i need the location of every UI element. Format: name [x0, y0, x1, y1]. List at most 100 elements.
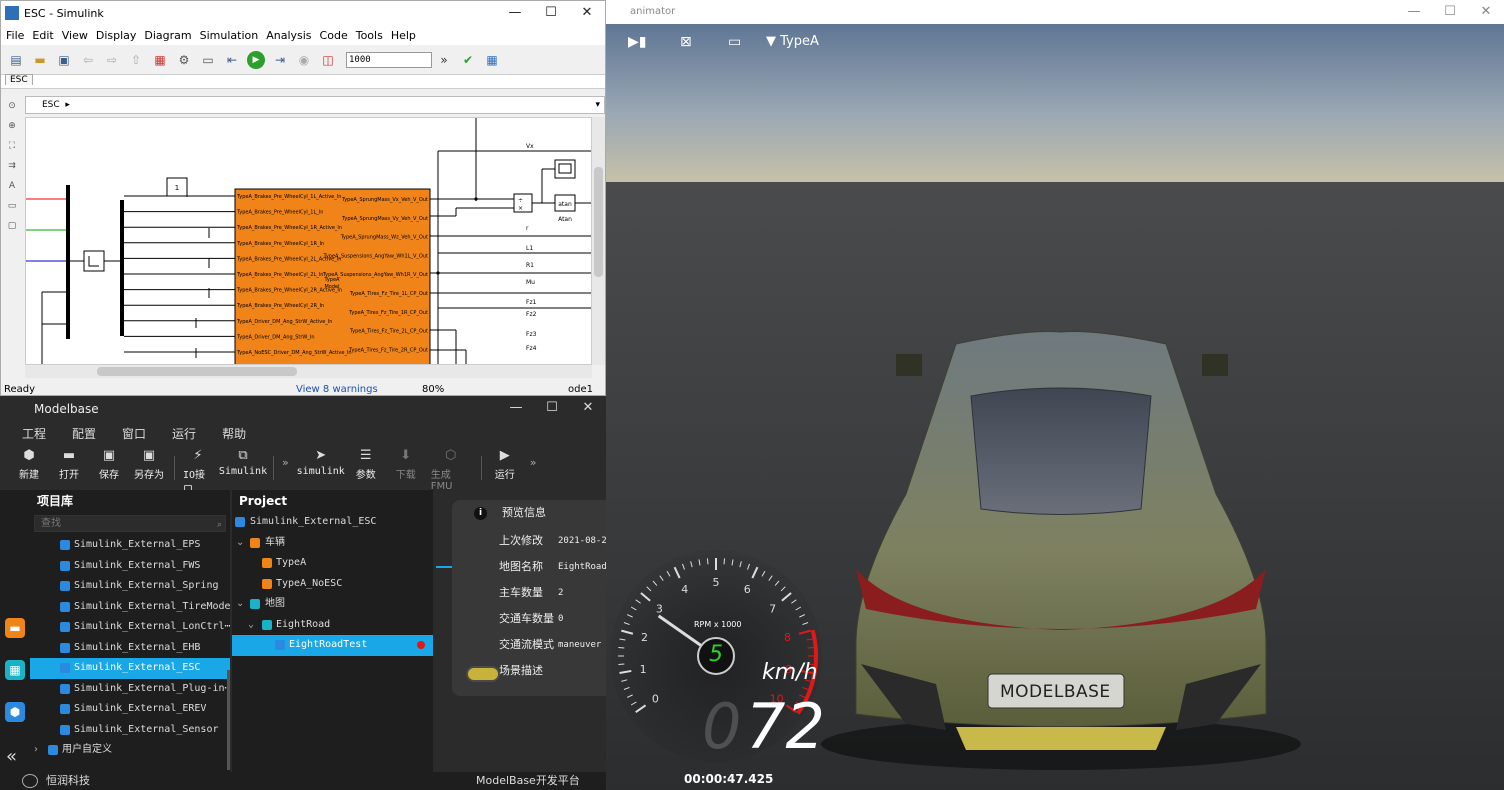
close-button[interactable]: ✕: [569, 1, 605, 25]
menu-display[interactable]: Display: [96, 29, 137, 42]
library-item[interactable]: Simulink_External_ESC: [30, 658, 230, 679]
stop-icon[interactable]: ◉: [295, 51, 313, 69]
menu-diagram[interactable]: Diagram: [144, 29, 191, 42]
tree-map-eightroad[interactable]: ⌄ EightRoad: [232, 615, 433, 636]
tool-save-as-button[interactable]: ▣ 另存为: [134, 448, 164, 481]
back-icon[interactable]: ⇦: [79, 51, 97, 69]
tool-cursor-button[interactable]: ➤ simulink: [297, 448, 345, 477]
menu-edit[interactable]: Edit: [32, 29, 53, 42]
anim-close-button[interactable]: ✕: [1468, 0, 1504, 24]
scene-view-icon[interactable]: ⊠: [680, 34, 692, 50]
tool-download-button[interactable]: ⬇ 下载: [391, 448, 421, 481]
tool-sliders-button[interactable]: ☰ 参数: [351, 448, 381, 481]
run-icon[interactable]: ▶: [247, 50, 265, 69]
user-group[interactable]: › 用户自定义: [30, 740, 230, 761]
area-icon[interactable]: ▢: [5, 221, 19, 233]
tree-vehicle-group[interactable]: ⌄ 车辆: [232, 533, 433, 554]
tool-folder-open-button[interactable]: ▬ 打开: [54, 448, 84, 481]
library-item[interactable]: Simulink_External_Spring: [30, 576, 230, 597]
tool-save-button[interactable]: ▣ 保存: [94, 448, 124, 481]
arrow-icon[interactable]: ⇉: [5, 161, 19, 173]
tree-map-group[interactable]: ⌄ 地图: [232, 594, 433, 615]
canvas-vertical-scrollbar[interactable]: [592, 117, 605, 365]
step-forward-icon[interactable]: ⇥: [271, 51, 289, 69]
anim-minimize-button[interactable]: —: [1396, 0, 1432, 24]
library-item[interactable]: Simulink_External_Plug-in⋯: [30, 679, 230, 700]
image-icon[interactable]: ▭: [5, 201, 19, 213]
tool-plug-button[interactable]: ⚡IO接口: [183, 448, 213, 496]
warnings-link[interactable]: View 8 warnings: [296, 384, 422, 395]
scope-icon[interactable]: ◫: [319, 51, 337, 69]
breadcrumb-dropdown-icon[interactable]: ▾: [595, 97, 600, 113]
up-icon[interactable]: ⇧: [127, 51, 145, 69]
more-icon[interactable]: »: [435, 51, 453, 69]
block-diagram[interactable]: 1 TypeA_Brakes_Pre_WheelCyl_1L_Active_In…: [26, 118, 592, 365]
solver-name[interactable]: ode1: [568, 384, 593, 395]
mb-close-button[interactable]: ✕: [570, 396, 606, 420]
scenario-toggle[interactable]: [466, 666, 500, 682]
settings-icon[interactable]: ⚙: [175, 51, 193, 69]
library-item[interactable]: Simulink_External_TireModel: [30, 597, 230, 618]
menu-file[interactable]: File: [6, 29, 24, 42]
minimize-button[interactable]: —: [497, 1, 533, 25]
mb-maximize-button[interactable]: ☐: [534, 396, 570, 420]
library-item[interactable]: Simulink_External_Sensor: [30, 720, 230, 741]
tree-vehicle-typea-noesc[interactable]: TypeA_NoESC: [232, 574, 433, 595]
hide-browser-icon[interactable]: ⊙: [5, 101, 19, 113]
open-icon[interactable]: ▬: [31, 51, 49, 69]
model-advisor-icon[interactable]: ✔: [459, 51, 477, 69]
menu-analysis[interactable]: Analysis: [266, 29, 311, 42]
canvas-horizontal-scrollbar[interactable]: [25, 365, 592, 378]
library-item[interactable]: Simulink_External_EREV: [30, 699, 230, 720]
tool-cube-button[interactable]: ⬢ 新建: [14, 448, 44, 481]
library-item[interactable]: Simulink_External_FWS: [30, 556, 230, 577]
tree-vehicle-typea[interactable]: TypeA: [232, 553, 433, 574]
fit-view-icon[interactable]: ⛶: [5, 141, 19, 153]
display-icon[interactable]: ▭: [728, 34, 741, 50]
forward-icon[interactable]: ⇨: [103, 51, 121, 69]
stop-time-input[interactable]: 1000: [346, 51, 432, 68]
library-browser-icon[interactable]: ▦: [151, 51, 169, 69]
more-tools-icon[interactable]: »: [530, 456, 537, 469]
user-icon[interactable]: [22, 774, 38, 788]
model-canvas[interactable]: 1 TypeA_Brakes_Pre_WheelCyl_1L_Active_In…: [25, 117, 592, 365]
library-search-input[interactable]: 查找: [34, 515, 226, 532]
search-icon[interactable]: ⌕: [217, 520, 222, 530]
tree-scenario[interactable]: EightRoadTest: [232, 635, 433, 656]
menu-simulation[interactable]: Simulation: [200, 29, 259, 42]
menu-help[interactable]: Help: [391, 29, 416, 42]
project-cube-icon[interactable]: ⬢: [5, 702, 25, 722]
grid-icon[interactable]: ▦: [483, 51, 501, 69]
more-tools-icon[interactable]: »: [282, 456, 289, 469]
menu-view[interactable]: View: [62, 29, 88, 42]
tool-package-button[interactable]: ⬡ 生成FMU: [431, 448, 471, 492]
tree-root[interactable]: Simulink_External_ESC: [232, 512, 433, 533]
breadcrumb-model[interactable]: ESC: [42, 100, 60, 110]
menu-run[interactable]: 运行: [172, 425, 196, 442]
tab-esc[interactable]: ESC: [5, 74, 33, 85]
menu-window[interactable]: 窗口: [122, 425, 146, 442]
collapse-icon[interactable]: «: [6, 746, 17, 767]
zoom-icon[interactable]: ⊕: [5, 121, 19, 133]
library-scrollbar[interactable]: [227, 670, 230, 770]
new-model-icon[interactable]: ▤: [7, 51, 25, 69]
camera-icon[interactable]: ▶▮: [628, 34, 646, 50]
step-back-icon[interactable]: ⇤: [223, 51, 241, 69]
3d-scene[interactable]: 0 1 2 3 4 5 6 7 8 9 10 ▶▮ ⊠ ▭ ▼ TypeA RPM x 1000 5…: [606, 24, 1504, 790]
tool-play-circle-button[interactable]: ▶ 运行: [490, 448, 520, 481]
library-item[interactable]: Simulink_External_EHB: [30, 638, 230, 659]
mb-minimize-button[interactable]: —: [498, 396, 534, 420]
maximize-button[interactable]: ☐: [533, 1, 569, 25]
save-icon[interactable]: ▣: [55, 51, 73, 69]
anim-maximize-button[interactable]: ☐: [1432, 0, 1468, 24]
map-icon[interactable]: ▦: [5, 660, 25, 680]
menu-project[interactable]: 工程: [22, 425, 46, 442]
menu-config[interactable]: 配置: [72, 425, 96, 442]
vehicle-icon[interactable]: ▬: [5, 618, 25, 638]
tool-hierarchy-button[interactable]: ⧉ Simulink: [219, 448, 267, 477]
breadcrumb[interactable]: ESC ▸ ▾: [25, 96, 605, 114]
library-item[interactable]: Simulink_External_LonCtrl⋯: [30, 617, 230, 638]
annotation-icon[interactable]: A: [5, 181, 19, 193]
menu-tools[interactable]: Tools: [356, 29, 383, 42]
menu-help-cn[interactable]: 帮助: [222, 425, 246, 442]
